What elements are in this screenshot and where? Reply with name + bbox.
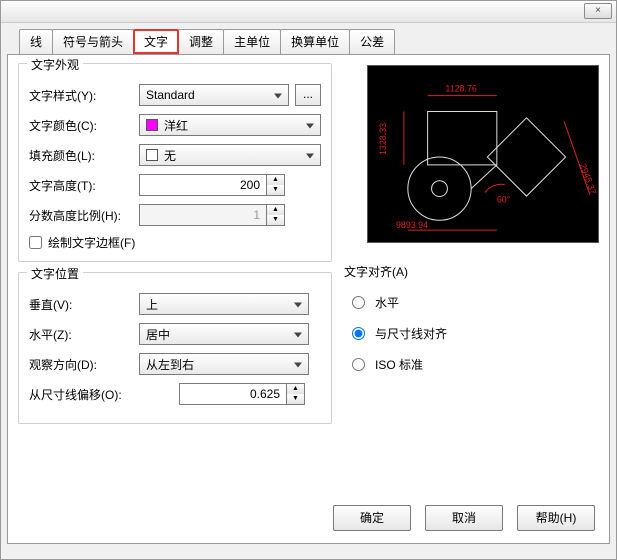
spin-down-icon: ▼: [267, 215, 284, 225]
spin-down-icon[interactable]: ▼: [267, 185, 284, 195]
label-align-horizontal: 水平: [375, 294, 399, 311]
label-horizontal: 水平(Z):: [29, 326, 139, 343]
combo-view-direction-value: 从左到右: [146, 356, 194, 373]
dimension-preview: 1128.76 1328.33 9893.94 2945.37 60°: [367, 65, 599, 243]
spin-up-icon[interactable]: ▲: [287, 384, 304, 394]
label-align-iso: ISO 标准: [375, 356, 423, 373]
combo-vertical-value: 上: [146, 296, 158, 313]
dim-top-text: 1128.76: [445, 84, 476, 94]
legend-alignment: 文字对齐(A): [344, 263, 599, 280]
spinner-offset[interactable]: ▲ ▼: [179, 383, 309, 405]
tab-tolerance[interactable]: 公差: [349, 29, 395, 54]
close-button[interactable]: ×: [584, 3, 612, 19]
dim-right-text: 2945.37: [578, 162, 598, 196]
label-draw-frame: 绘制文字边框(F): [48, 234, 135, 251]
legend-appearance: 文字外观: [27, 56, 83, 73]
spinner-fraction-height: ▲ ▼: [139, 204, 289, 226]
help-button[interactable]: 帮助(H): [517, 505, 595, 531]
label-offset: 从尺寸线偏移(O):: [29, 386, 139, 403]
spin-up-icon: ▲: [267, 205, 284, 215]
label-text-style: 文字样式(Y):: [29, 87, 139, 104]
swatch-none-icon: [146, 149, 158, 161]
combo-fill-color-value: 无: [164, 147, 176, 164]
tab-strip: 线 符号与箭头 文字 调整 主单位 换算单位 公差: [1, 23, 616, 54]
tab-primary-units[interactable]: 主单位: [223, 29, 281, 54]
label-vertical: 垂直(V):: [29, 296, 139, 313]
tab-adjust[interactable]: 调整: [178, 29, 224, 54]
combo-text-color[interactable]: 洋红: [139, 114, 321, 136]
radio-align-with-dim[interactable]: [352, 327, 365, 340]
combo-vertical[interactable]: 上: [139, 293, 309, 315]
label-text-color: 文字颜色(C):: [29, 117, 139, 134]
dialog-window: × 线 符号与箭头 文字 调整 主单位 换算单位 公差: [0, 0, 617, 560]
titlebar: ×: [1, 1, 616, 23]
combo-fill-color[interactable]: 无: [139, 144, 321, 166]
combo-view-direction[interactable]: 从左到右: [139, 353, 309, 375]
group-text-alignment: 文字对齐(A) 水平 与尺寸线对齐 ISO 标准: [344, 263, 599, 373]
button-text-style-more[interactable]: ...: [295, 84, 321, 106]
checkbox-draw-frame[interactable]: [29, 236, 42, 249]
dim-left-text: 1328.33: [378, 123, 388, 155]
input-offset[interactable]: [179, 383, 287, 405]
tab-text[interactable]: 文字: [133, 29, 179, 54]
group-text-position: 文字位置 垂直(V): 上 水平(Z): 居中 观察: [18, 272, 332, 424]
ok-button[interactable]: 确定: [333, 505, 411, 531]
label-view-direction: 观察方向(D):: [29, 356, 139, 373]
combo-text-color-value: 洋红: [164, 117, 188, 134]
spin-down-icon[interactable]: ▼: [287, 394, 304, 404]
input-fraction-height: [139, 204, 267, 226]
input-text-height[interactable]: [139, 174, 267, 196]
tab-alt-units[interactable]: 换算单位: [280, 29, 350, 54]
label-fraction-height: 分数高度比例(H):: [29, 207, 139, 224]
radio-align-iso[interactable]: [352, 358, 365, 371]
dim-bottom-text: 9893.94: [396, 220, 428, 230]
label-text-height: 文字高度(T):: [29, 177, 139, 194]
radio-align-horizontal[interactable]: [352, 296, 365, 309]
spinner-text-height[interactable]: ▲ ▼: [139, 174, 289, 196]
tab-symbols-arrows[interactable]: 符号与箭头: [52, 29, 134, 54]
tab-line[interactable]: 线: [19, 29, 53, 54]
dim-angle-text: 60°: [497, 194, 511, 204]
tab-panel-text: 1128.76 1328.33 9893.94 2945.37 60° 文字外观…: [7, 54, 610, 544]
dialog-buttons: 确定 取消 帮助(H): [333, 505, 595, 531]
label-fill-color: 填充颜色(L):: [29, 147, 139, 164]
swatch-magenta-icon: [146, 119, 158, 131]
legend-position: 文字位置: [27, 265, 83, 282]
group-text-appearance: 文字外观 文字样式(Y): Standard ... 文字颜色(C): 洋红: [18, 63, 332, 262]
combo-text-style-value: Standard: [146, 88, 195, 102]
spin-up-icon[interactable]: ▲: [267, 175, 284, 185]
label-align-with-dim: 与尺寸线对齐: [375, 325, 447, 342]
combo-horizontal[interactable]: 居中: [139, 323, 309, 345]
cancel-button[interactable]: 取消: [425, 505, 503, 531]
combo-text-style[interactable]: Standard: [139, 84, 289, 106]
combo-horizontal-value: 居中: [146, 326, 170, 343]
